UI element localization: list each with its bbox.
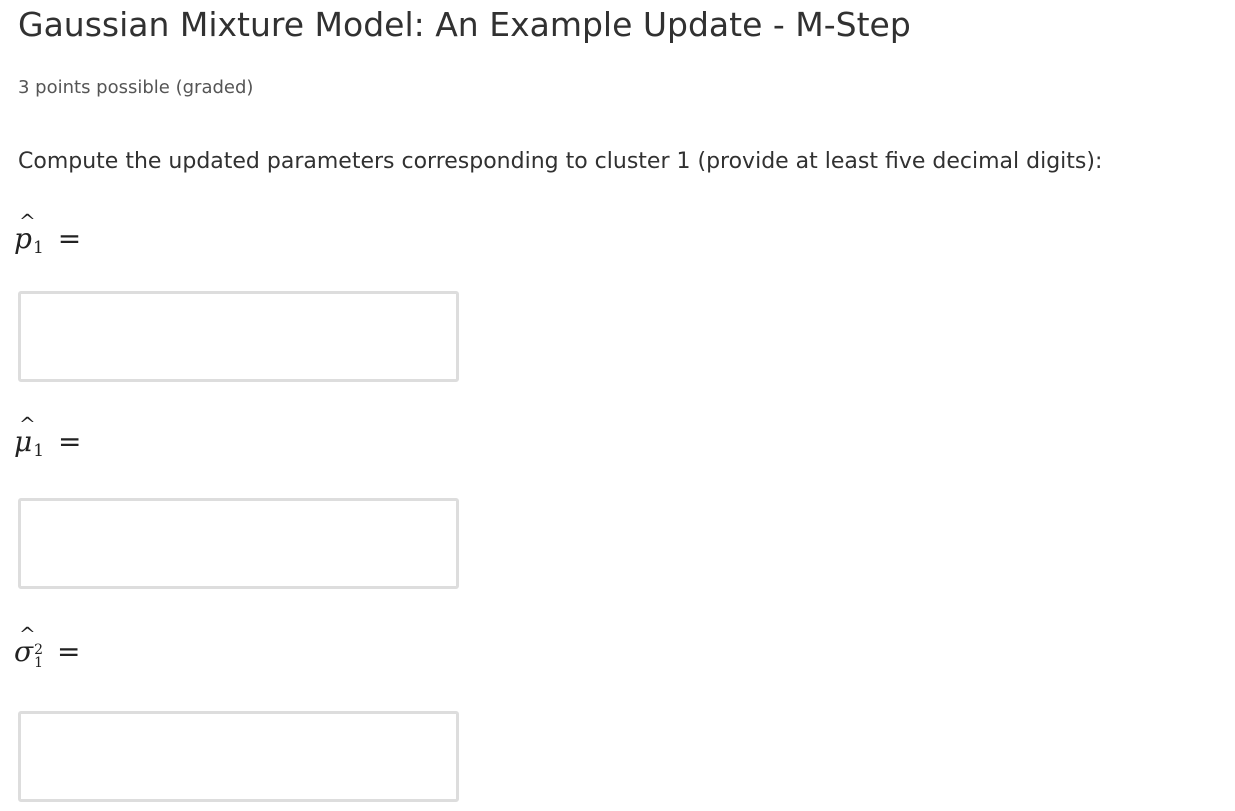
points-possible-label: 3 points possible (graded)	[18, 77, 254, 98]
mu-hat-symbol: μ ^	[14, 412, 36, 458]
sigma-hat-scripts: 21	[34, 643, 44, 671]
sigma-hat-symbol: σ ^	[14, 622, 36, 668]
equals-sign: =	[57, 222, 82, 255]
sigma-hat-sq-1-input[interactable]	[18, 711, 459, 802]
page-title: Gaussian Mixture Model: An Example Updat…	[18, 5, 911, 44]
p-hat-1-input[interactable]	[18, 291, 459, 382]
p-hat-symbol: p ^	[14, 209, 36, 255]
p-hat-subscript: 1	[32, 238, 44, 258]
equals-sign: =	[57, 635, 81, 668]
mu-hat-subscript: 1	[33, 441, 45, 461]
p-hat-1-label: p ^ 1 =	[14, 209, 82, 258]
problem-prompt: Compute the updated parameters correspon…	[18, 149, 1103, 174]
sigma-hat-sq-1-label: σ ^ 2 1 =	[14, 622, 81, 671]
sigma-hat-subscript: 1	[34, 655, 44, 671]
equals-sign: =	[58, 425, 82, 458]
mu-hat-1-label: μ ^ 1 =	[14, 412, 82, 461]
mu-hat-1-input[interactable]	[18, 498, 459, 589]
